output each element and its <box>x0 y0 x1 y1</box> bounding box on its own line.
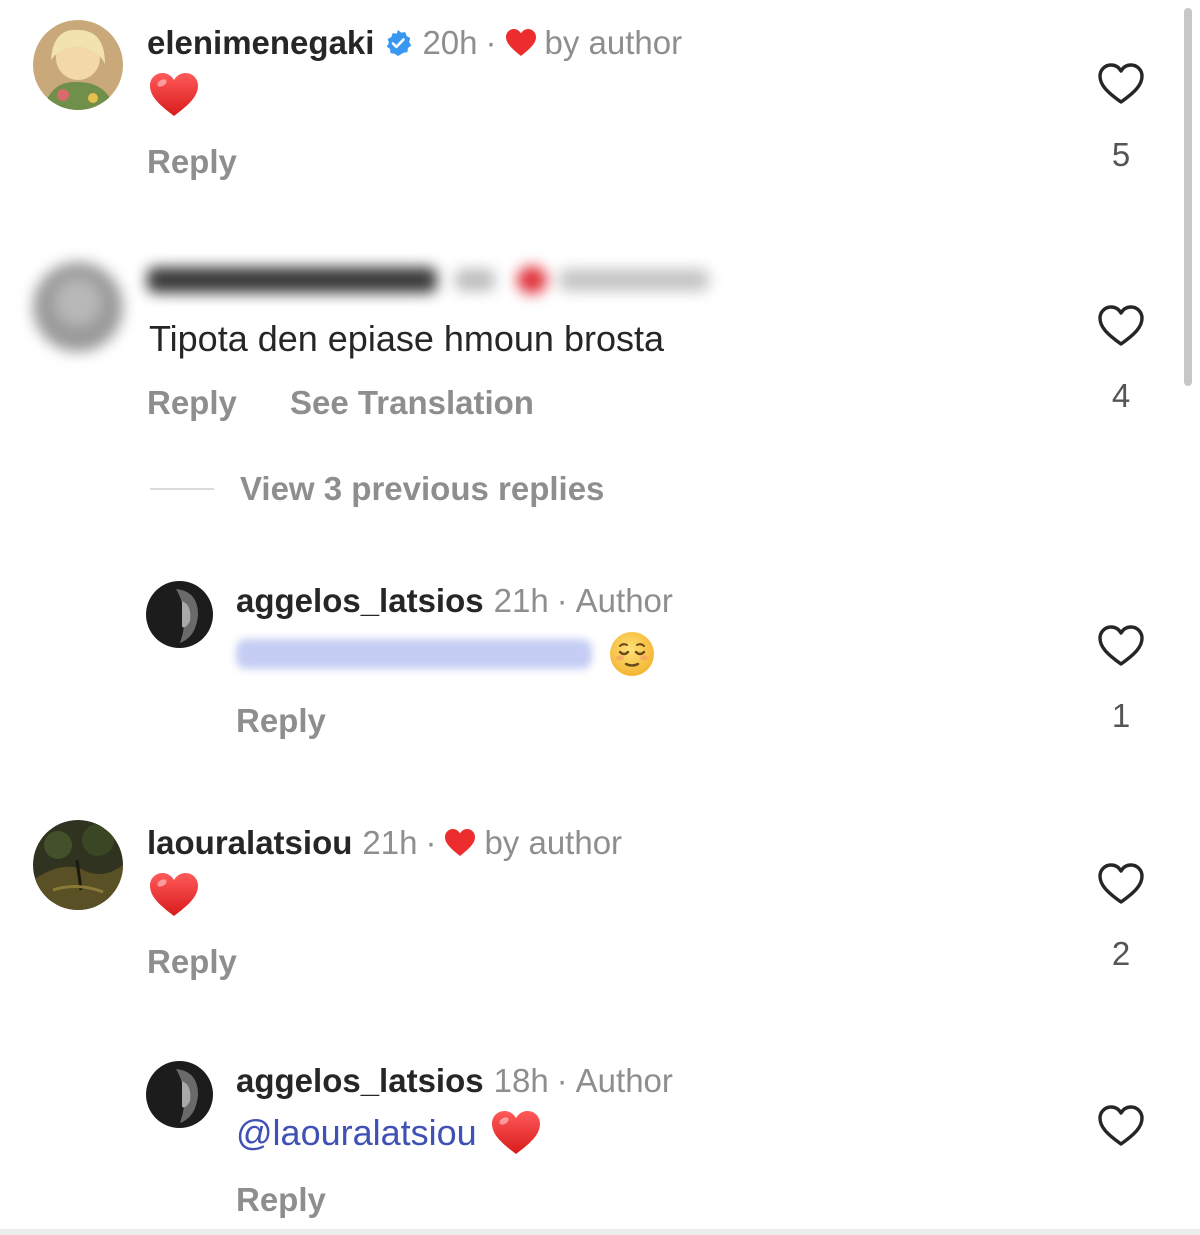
mention-link[interactable]: @laouralatsiou <box>236 1112 477 1154</box>
avatar[interactable] <box>33 262 123 352</box>
blurred-mention <box>236 639 592 669</box>
separator: · <box>485 24 497 61</box>
author-badge: Author <box>575 582 673 619</box>
timestamp: 18h <box>493 1062 549 1099</box>
like-count: 4 <box>1111 377 1131 414</box>
verified-badge-icon <box>387 30 412 56</box>
avatar[interactable] <box>33 820 123 910</box>
like-count: 5 <box>1111 136 1131 173</box>
like-heart-icon[interactable] <box>1097 624 1145 668</box>
like-heart-icon[interactable] <box>1097 62 1145 106</box>
separator: · <box>556 582 568 619</box>
timestamp: 21h <box>362 824 418 861</box>
separator: · <box>425 824 437 861</box>
red-heart-emoji-icon <box>150 73 198 116</box>
relieved-face-emoji-icon <box>610 632 654 676</box>
liked-by-author-label: by author <box>544 24 683 61</box>
reply-button[interactable]: Reply <box>147 384 237 421</box>
timestamp: 21h <box>493 582 549 619</box>
timestamp: 20h <box>422 24 478 61</box>
liked-by-author-heart-icon <box>505 29 536 56</box>
like-heart-icon[interactable] <box>1097 862 1145 906</box>
red-heart-emoji-icon <box>491 1111 540 1154</box>
reply-button[interactable]: Reply <box>147 143 237 180</box>
scrollbar[interactable] <box>1184 8 1192 386</box>
comment-text: Tipota den epiase hmoun brosta <box>149 318 665 359</box>
view-replies-label: View 3 previous replies <box>240 470 605 507</box>
blurred-header <box>147 266 709 294</box>
replies-divider-line <box>150 488 214 490</box>
username[interactable]: aggelos_latsios <box>236 1062 484 1100</box>
like-count: 1 <box>1111 697 1131 734</box>
liked-by-author-label: by author <box>484 824 623 861</box>
username[interactable]: aggelos_latsios <box>236 582 484 620</box>
like-heart-icon[interactable] <box>1097 304 1145 348</box>
avatar[interactable] <box>146 581 213 648</box>
avatar[interactable] <box>33 20 123 110</box>
liked-by-author-heart-icon <box>445 829 476 856</box>
reply-button[interactable]: Reply <box>147 943 237 980</box>
reply-button[interactable]: Reply <box>236 1181 326 1218</box>
see-translation-button[interactable]: See Translation <box>290 384 534 421</box>
author-badge: Author <box>575 1062 673 1099</box>
bottom-divider <box>0 1229 1200 1235</box>
view-previous-replies-button[interactable]: View 3 previous replies <box>150 470 604 508</box>
like-heart-icon[interactable] <box>1097 1104 1145 1148</box>
username[interactable]: elenimenegaki <box>147 24 374 62</box>
like-count: 2 <box>1111 935 1131 972</box>
reply-button[interactable]: Reply <box>236 702 326 739</box>
red-heart-emoji-icon <box>150 873 198 916</box>
separator: · <box>556 1062 568 1099</box>
username[interactable]: laouralatsiou <box>147 824 352 862</box>
avatar[interactable] <box>146 1061 213 1128</box>
